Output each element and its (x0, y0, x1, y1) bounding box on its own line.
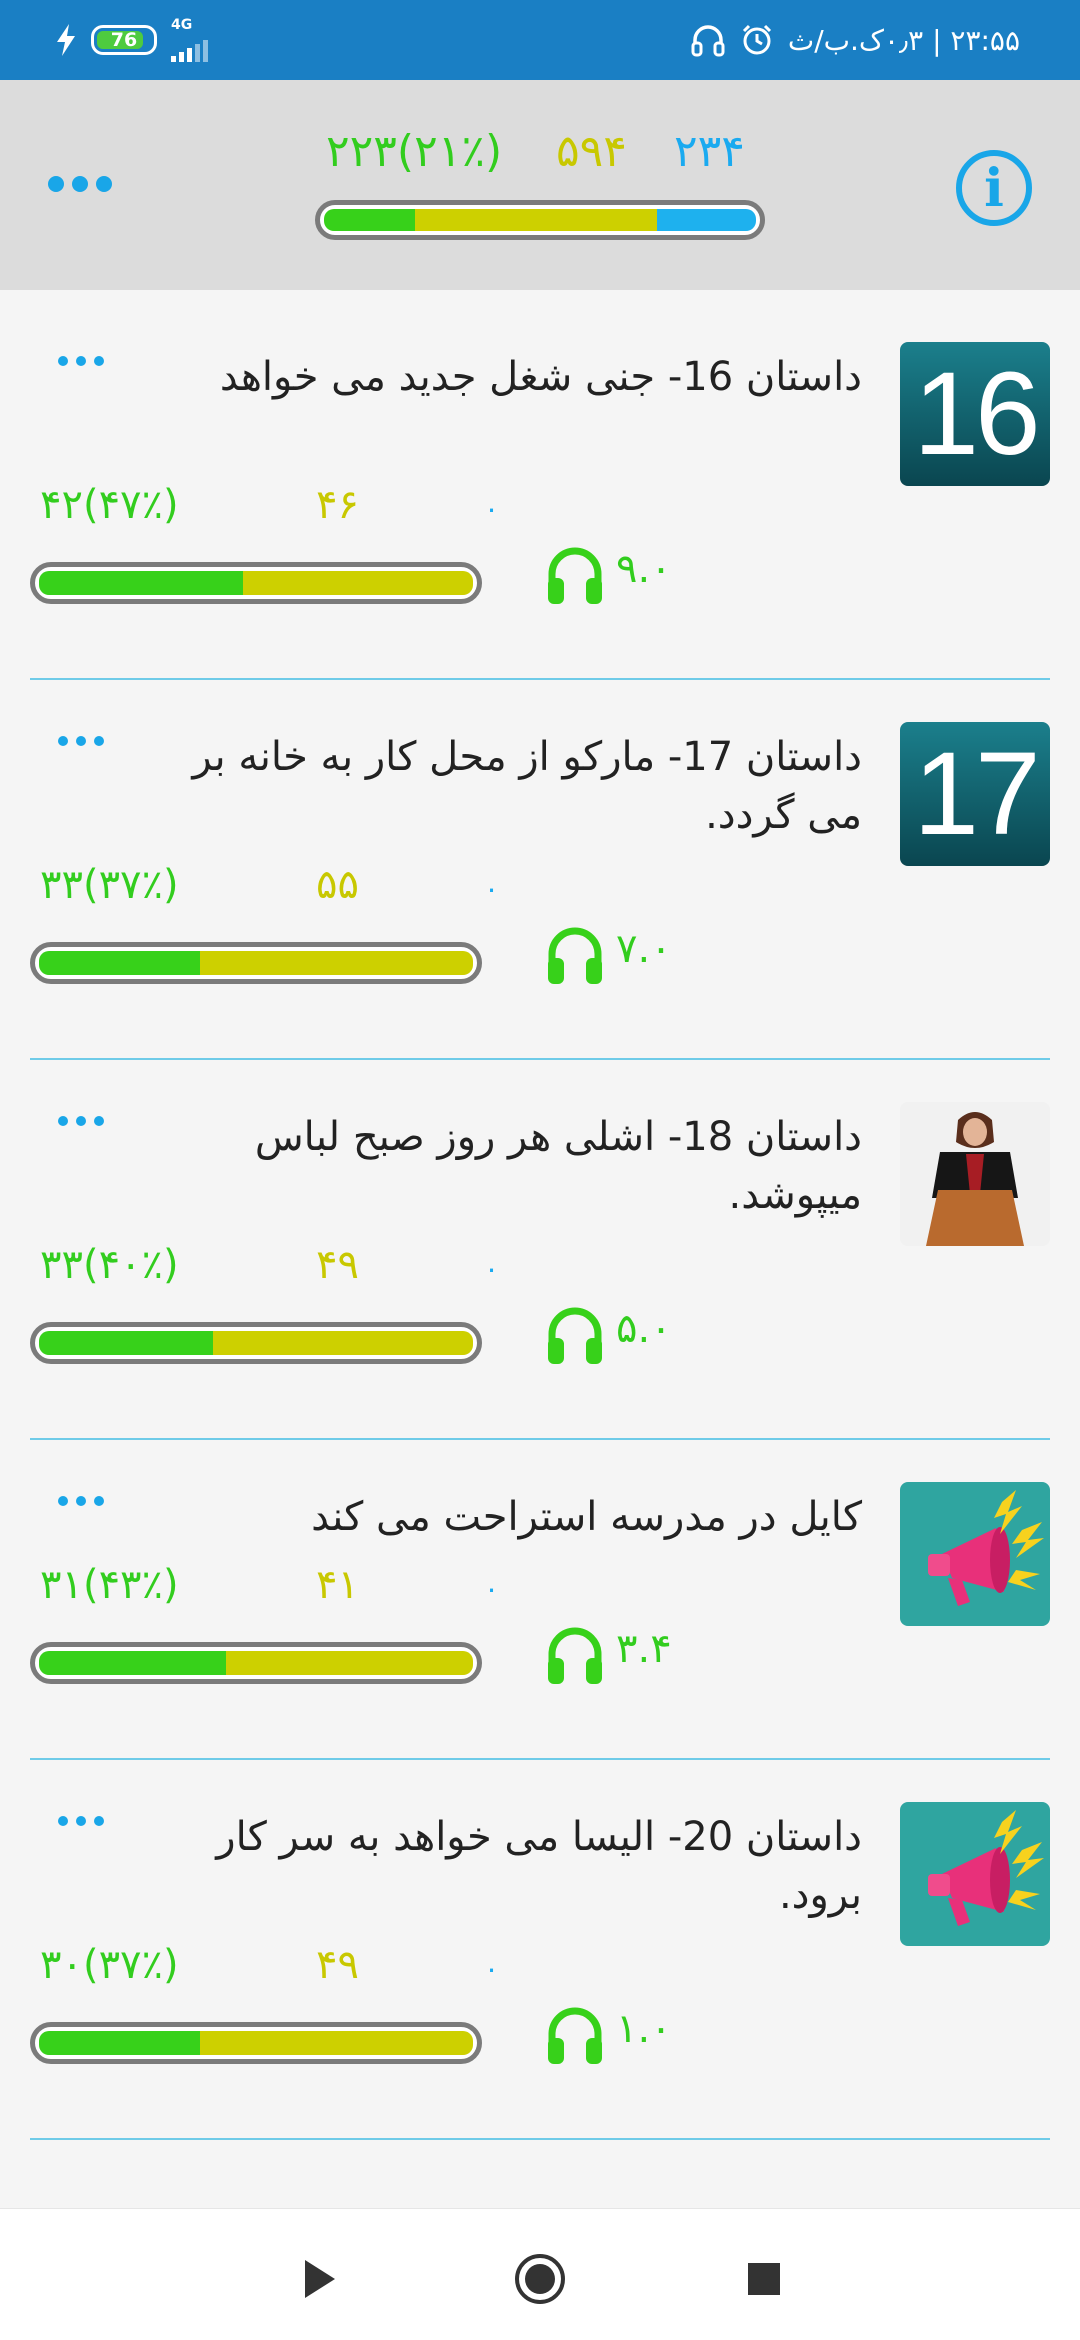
story-number: 17 (913, 728, 1040, 860)
progress-yellow (199, 2031, 473, 2055)
not-started-count: ۰ (484, 492, 500, 525)
record-button[interactable] (510, 2249, 570, 2309)
story-thumbnail[interactable] (900, 1482, 1050, 1626)
play-button[interactable] (290, 2249, 350, 2309)
progress-green (39, 951, 200, 975)
header-progress-blue (656, 209, 756, 231)
record-icon (515, 2254, 565, 2304)
item-progress-bar (30, 942, 482, 984)
item-more-button[interactable] (58, 1816, 104, 1826)
completed-count: ۴۲(۴۷٪) (40, 482, 179, 528)
completed-count: ۳۳(۴۰٪) (40, 1242, 179, 1288)
battery-indicator: 76 (91, 25, 157, 55)
not-started-count: ۰ (484, 1252, 500, 1285)
play-icon (305, 2260, 335, 2298)
story-title[interactable]: داستان 18- اشلی هر روز صبح لباس میپوشد. (142, 1108, 862, 1224)
status-left: 76 4G (55, 0, 208, 80)
story-number: 16 (913, 348, 1040, 480)
audio-duration: ۹.۰ (616, 546, 672, 592)
status-bar: 76 4G ۲۳:۵۵ | ۰٫۳ک.ب/ث (0, 0, 1080, 80)
header-progress-bar (315, 200, 765, 240)
header-progress-yellow (414, 209, 657, 231)
audio-duration: ۷.۰ (616, 926, 672, 972)
story-title[interactable]: داستان 16- جنی شغل جدید می خواهد (142, 348, 862, 406)
status-right: ۲۳:۵۵ | ۰٫۳ک.ب/ث (690, 0, 1020, 80)
story-thumbnail[interactable] (900, 1802, 1050, 1946)
story-thumbnail[interactable]: 17 (900, 722, 1050, 866)
in-progress-count: ۴۱ (316, 1562, 359, 1608)
stop-button[interactable] (734, 2249, 794, 2309)
bottom-navigation (0, 2208, 1080, 2340)
progress-green (39, 1651, 226, 1675)
story-title[interactable]: داستان 17- مارکو از محل کار به خانه بر م… (142, 728, 862, 844)
status-time: ۲۳:۵۵ | ۰٫۳ک.ب/ث (787, 23, 1020, 57)
signal-icon (171, 32, 208, 62)
story-title[interactable]: کایل در مدرسه استراحت می کند (142, 1488, 862, 1546)
header-completed-count: ۲۲۳(۲۱٪) (326, 126, 503, 177)
in-progress-count: ۴۹ (316, 1942, 359, 1988)
story-thumbnail[interactable]: 16 (900, 342, 1050, 486)
list-item[interactable]: 16 داستان 16- جنی شغل جدید می خواهد ۴۲(۴… (30, 300, 1050, 680)
headphones-icon[interactable] (542, 2002, 608, 2068)
network-type: 4G (171, 17, 193, 33)
list-item[interactable]: 17 داستان 17- مارکو از محل کار به خانه ب… (30, 680, 1050, 1060)
story-title[interactable]: داستان 20- الیسا می خواهد به سر کار برود… (142, 1808, 862, 1924)
item-more-button[interactable] (58, 1496, 104, 1506)
signal-indicator: 4G (171, 18, 208, 62)
list-item[interactable]: داستان 20- الیسا می خواهد به سر کار برود… (30, 1760, 1050, 2140)
completed-count: ۳۰(۳۷٪) (40, 1942, 179, 1988)
info-button[interactable]: i (956, 150, 1032, 226)
list-item[interactable]: داستان 18- اشلی هر روز صبح لباس میپوشد. … (30, 1060, 1050, 1440)
in-progress-count: ۵۵ (316, 862, 359, 908)
not-started-count: ۰ (484, 1572, 500, 1605)
item-progress-bar (30, 562, 482, 604)
alarm-icon (742, 24, 771, 55)
headphones-icon[interactable] (542, 1302, 608, 1368)
headphones-icon[interactable] (542, 1622, 608, 1688)
progress-green (39, 571, 243, 595)
audio-duration: ۳.۴ (616, 1626, 672, 1672)
progress-green (39, 1331, 213, 1355)
header-progress-green (324, 209, 415, 231)
headphones-icon (691, 25, 725, 57)
headphones-icon[interactable] (542, 542, 608, 608)
progress-yellow (212, 1331, 473, 1355)
progress-yellow (225, 1651, 473, 1675)
item-more-button[interactable] (58, 356, 104, 366)
battery-level: 76 (110, 29, 138, 51)
summary-header (0, 80, 1080, 290)
item-progress-bar (30, 2022, 482, 2064)
completed-count: ۳۳(۳۷٪) (40, 862, 179, 908)
story-thumbnail[interactable] (900, 1102, 1050, 1246)
header-not-started-count: ۲۳۴ (674, 126, 745, 177)
progress-yellow (199, 951, 473, 975)
progress-yellow (242, 571, 473, 595)
stop-icon (748, 2263, 780, 2295)
completed-count: ۳۱(۴۳٪) (40, 1562, 179, 1608)
audio-duration: ۱.۰ (616, 2006, 672, 2052)
info-icon: i (984, 157, 1004, 219)
progress-green (39, 2031, 200, 2055)
header-more-button[interactable] (48, 176, 112, 192)
headphones-icon[interactable] (542, 922, 608, 988)
not-started-count: ۰ (484, 1952, 500, 1985)
in-progress-count: ۴۹ (316, 1242, 359, 1288)
in-progress-count: ۴۶ (316, 482, 359, 528)
header-in-progress-count: ۵۹۴ (556, 126, 627, 177)
item-progress-bar (30, 1642, 482, 1684)
not-started-count: ۰ (484, 872, 500, 905)
item-progress-bar (30, 1322, 482, 1364)
list-item[interactable]: کایل در مدرسه استراحت می کند ۳۱(۴۳٪) ۴۱ … (30, 1440, 1050, 1760)
charging-icon (57, 24, 75, 56)
audio-duration: ۵.۰ (616, 1306, 672, 1352)
item-more-button[interactable] (58, 1116, 104, 1126)
item-more-button[interactable] (58, 736, 104, 746)
